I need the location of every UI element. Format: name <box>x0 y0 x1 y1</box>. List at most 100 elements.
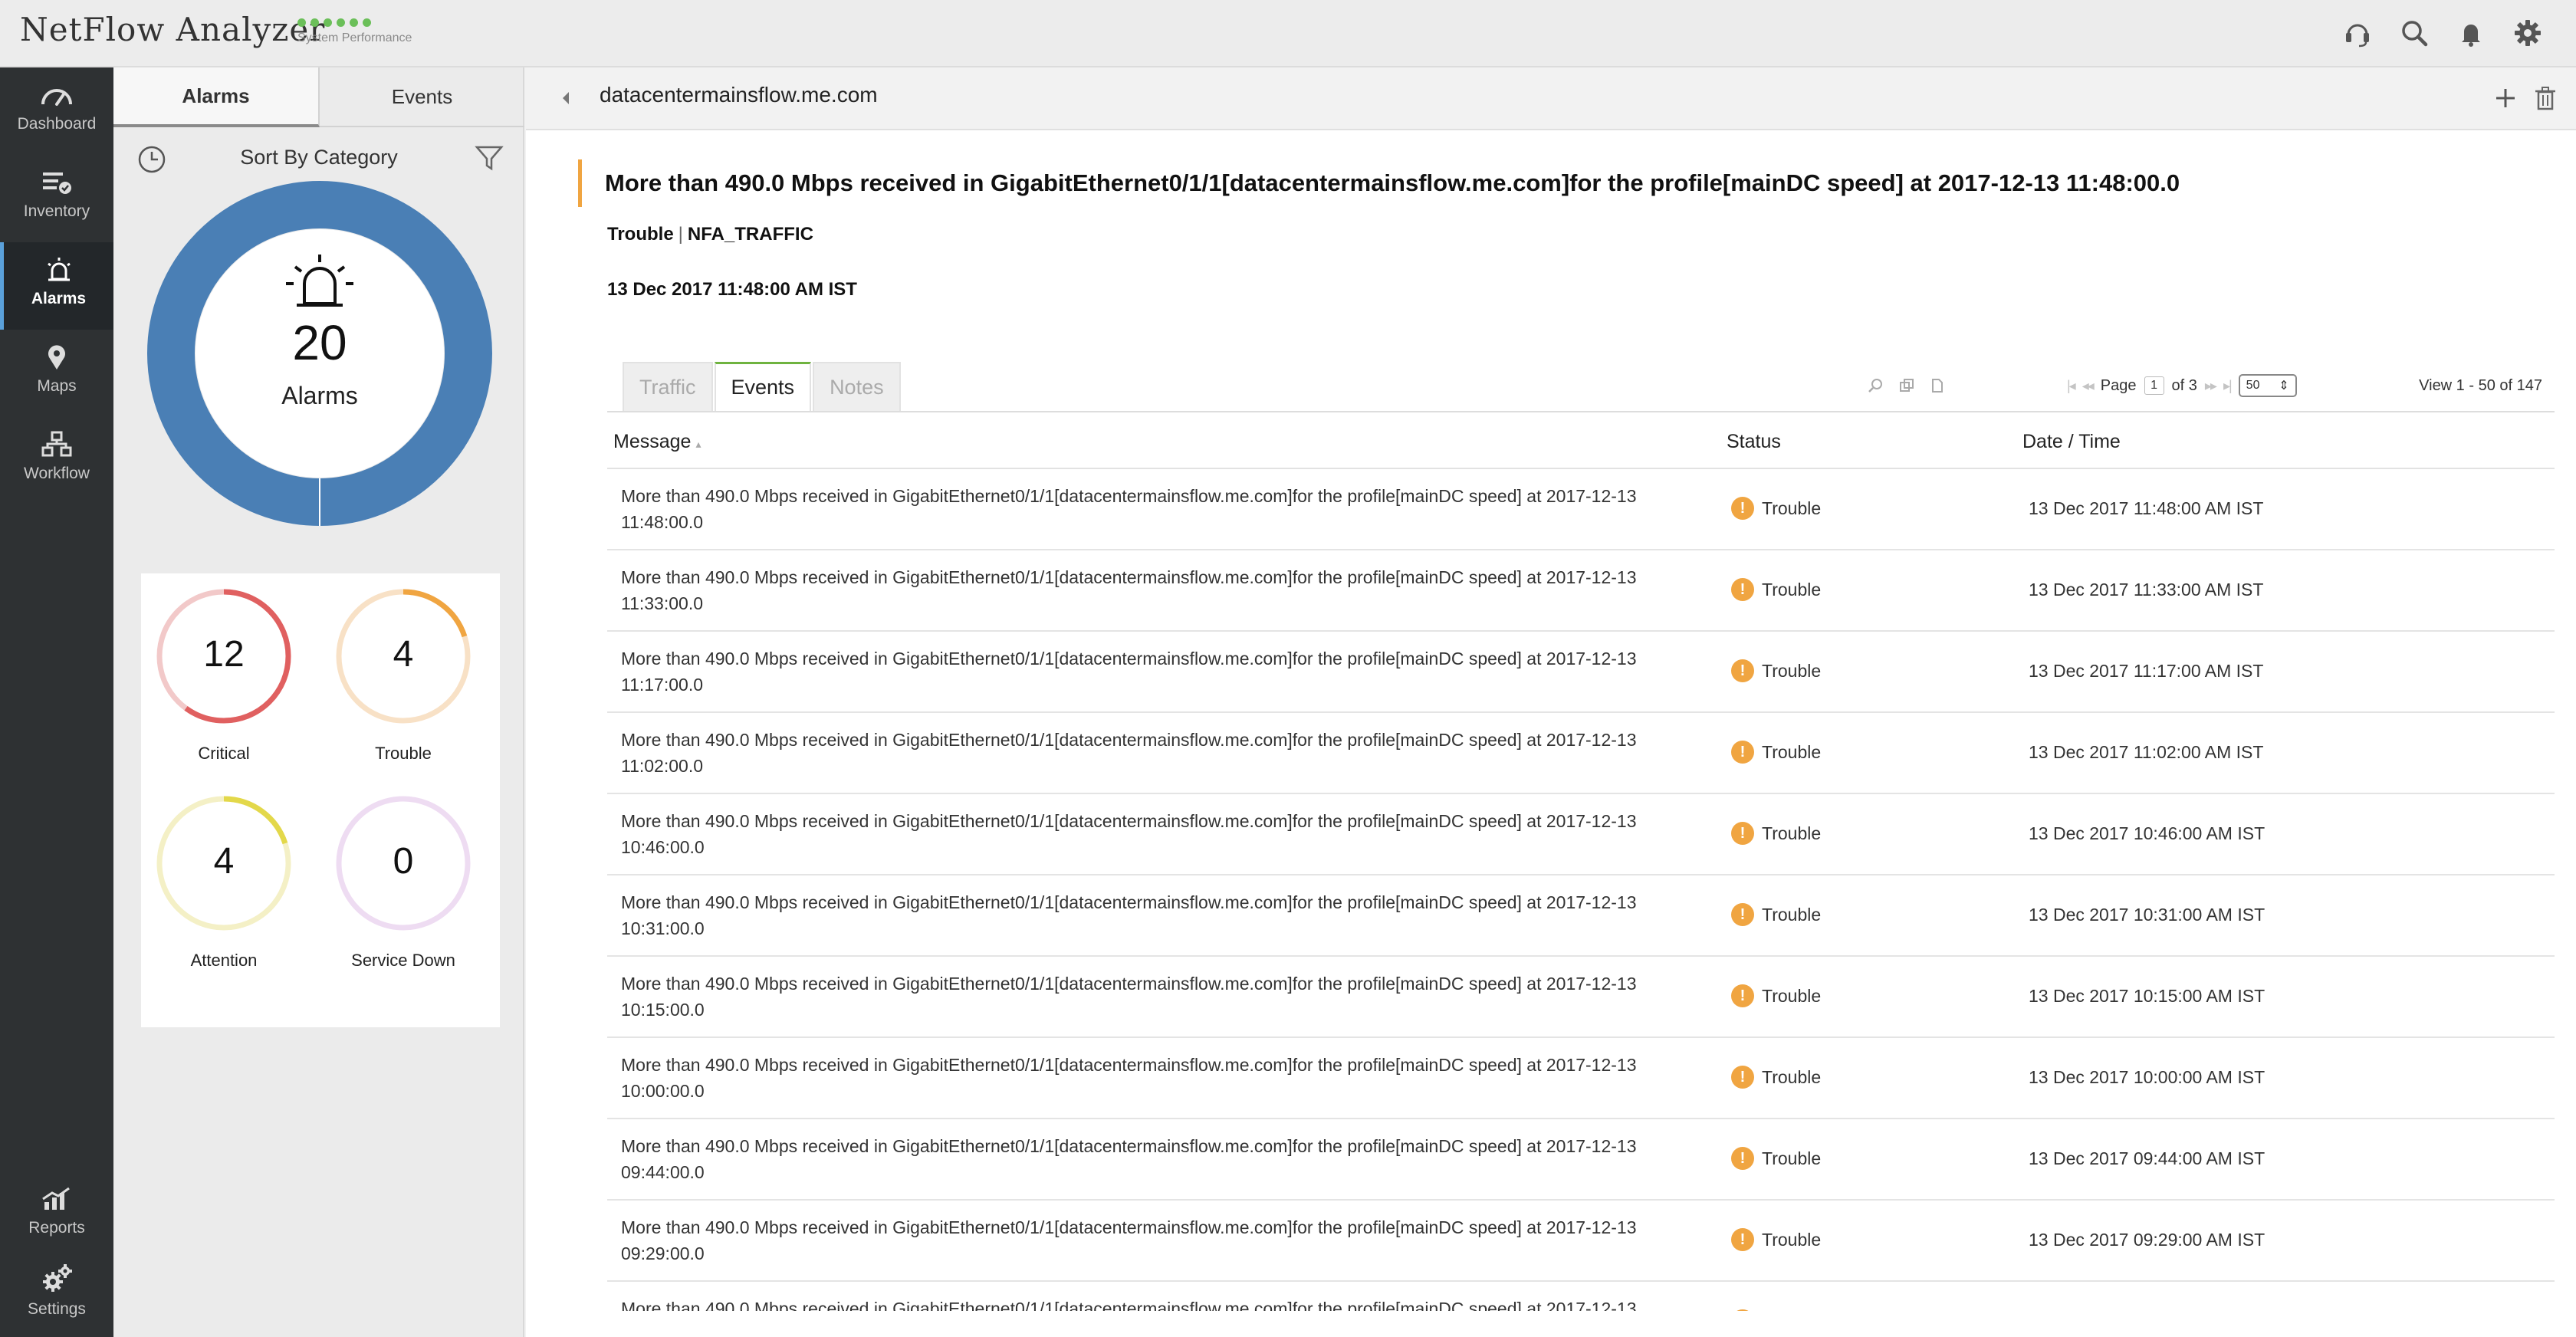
page-label: Page <box>2100 376 2137 394</box>
row-status: ! Trouble <box>1731 1066 1821 1089</box>
add-icon[interactable] <box>2490 83 2521 113</box>
row-status: ! Trouble <box>1731 1228 1821 1251</box>
table-row[interactable]: More than 490.0 Mbps received in Gigabit… <box>607 550 2555 632</box>
events-table-body: More than 490.0 Mbps received in Gigabit… <box>607 469 2555 1311</box>
alarm-title: More than 490.0 Mbps received in Gigabit… <box>605 169 2180 196</box>
filter-icon[interactable] <box>474 143 504 173</box>
row-status-label: Trouble <box>1762 823 1822 843</box>
table-row[interactable]: More than 490.0 Mbps received in Gigabit… <box>607 794 2555 875</box>
table-row[interactable]: More than 490.0 Mbps received in Gigabit… <box>607 1282 2555 1311</box>
row-date-time: 13 Dec 2017 10:15:00 AM IST <box>2029 986 2266 1006</box>
row-date-time: 13 Dec 2017 11:17:00 AM IST <box>2029 661 2264 681</box>
trouble-status-icon: ! <box>1731 822 1754 845</box>
row-status-label: Trouble <box>1762 660 1822 681</box>
alarm-title-block: More than 490.0 Mbps received in Gigabit… <box>578 159 2495 207</box>
category-label: Service Down <box>351 951 455 970</box>
nav-item-inventory[interactable]: Inventory <box>0 155 113 242</box>
table-row[interactable]: More than 490.0 Mbps received in Gigabit… <box>607 713 2555 794</box>
row-message: More than 490.0 Mbps received in Gigabit… <box>621 811 1637 857</box>
nav-item-alarms[interactable]: Alarms <box>0 242 113 330</box>
table-row[interactable]: More than 490.0 Mbps received in Gigabit… <box>607 469 2555 550</box>
tab-events[interactable]: Events <box>320 67 524 127</box>
tab-underline <box>607 411 2555 412</box>
category-label: Attention <box>190 951 258 970</box>
column-message[interactable]: Message ▴ <box>613 431 701 453</box>
view-range: View 1 - 50 of 147 <box>2419 377 2542 394</box>
table-row[interactable]: More than 490.0 Mbps received in Gigabit… <box>607 875 2555 957</box>
pagination: |◂ ◂◂ Page 1 of 3 ▸▸ ▸| 50 ⇕ <box>2067 374 2297 397</box>
system-performance-label: System Performance <box>297 31 412 44</box>
row-message: More than 490.0 Mbps received in Gigabit… <box>621 1217 1637 1263</box>
sort-by-category-label[interactable]: Sort By Category <box>113 146 524 169</box>
trouble-status-icon: ! <box>1731 741 1754 764</box>
tab-notes[interactable]: Notes <box>813 362 901 412</box>
support-headset-icon[interactable] <box>2340 15 2375 51</box>
category-count: 12 <box>203 634 245 675</box>
nav-label: Workflow <box>24 465 90 482</box>
sort-bar: Sort By Category <box>113 136 524 182</box>
alarm-timestamp: 13 Dec 2017 11:48:00 AM IST <box>607 279 857 300</box>
trouble-status-icon: ! <box>1731 659 1754 682</box>
row-date-time: 13 Dec 2017 10:46:00 AM IST <box>2029 823 2266 843</box>
nav-item-settings[interactable]: Settings <box>0 1250 113 1337</box>
nav-item-dashboard[interactable]: Dashboard <box>0 67 113 155</box>
trouble-status-icon: ! <box>1731 578 1754 601</box>
row-status-label: Trouble <box>1762 1066 1822 1087</box>
page-size-select[interactable]: 50 ⇕ <box>2238 374 2297 397</box>
device-name[interactable]: datacentermainsflow.me.com <box>600 83 878 107</box>
last-page-icon[interactable]: ▸| <box>2223 378 2233 394</box>
grid-export-icon[interactable] <box>1929 377 1946 394</box>
map-pin-icon <box>48 345 65 370</box>
table-row[interactable]: More than 490.0 Mbps received in Gigabit… <box>607 632 2555 713</box>
search-icon[interactable] <box>2397 15 2432 51</box>
column-date-time[interactable]: Date / Time <box>2022 431 2121 453</box>
events-table-header: Message ▴ Status Date / Time <box>607 414 2555 469</box>
category-count: 4 <box>393 634 414 675</box>
row-date-time: 13 Dec 2017 10:00:00 AM IST <box>2029 1067 2266 1087</box>
row-date-time: 13 Dec 2017 10:31:00 AM IST <box>2029 905 2266 925</box>
tab-alarms[interactable]: Alarms <box>113 67 320 127</box>
row-message: More than 490.0 Mbps received in Gigabit… <box>621 1299 1637 1311</box>
sort-arrow-icon: ▴ <box>695 438 702 450</box>
alarm-severity: Trouble <box>607 224 674 245</box>
delete-trash-icon[interactable] <box>2530 83 2561 113</box>
row-message: More than 490.0 Mbps received in Gigabit… <box>621 892 1637 938</box>
category-count: 4 <box>213 841 235 882</box>
reports-icon <box>42 1187 70 1210</box>
tab-events[interactable]: Events <box>714 362 812 412</box>
row-message: More than 490.0 Mbps received in Gigabit… <box>621 730 1637 776</box>
category-count: 0 <box>393 841 414 882</box>
top-bar: NetFlow Analyzer System Performance <box>0 0 2576 67</box>
grid-search-icon[interactable] <box>1868 377 1884 394</box>
alarm-summary-panel: Alarms Events Sort By Category 20 Alarms… <box>113 67 524 1337</box>
next-page-icon[interactable]: ▸▸ <box>2205 378 2217 394</box>
table-row[interactable]: More than 490.0 Mbps received in Gigabit… <box>607 957 2555 1038</box>
nav-item-reports[interactable]: Reports <box>0 1171 113 1259</box>
row-date-time: 13 Dec 2017 11:48:00 AM IST <box>2029 498 2264 518</box>
tab-traffic[interactable]: Traffic <box>623 362 713 412</box>
prev-page-icon[interactable]: ◂◂ <box>2082 378 2095 394</box>
table-row[interactable]: More than 490.0 Mbps received in Gigabit… <box>607 1038 2555 1119</box>
page-number-input[interactable]: 1 <box>2144 376 2164 395</box>
category-trouble[interactable]: 4 Trouble <box>327 586 480 785</box>
detail-tabs: Traffic Events Notes <box>623 362 902 412</box>
category-critical[interactable]: 12 Critical <box>147 586 301 785</box>
grid-tools <box>1868 377 1946 394</box>
performance-dots <box>297 18 412 27</box>
table-row[interactable]: More than 490.0 Mbps received in Gigabit… <box>607 1119 2555 1201</box>
notification-bell-icon[interactable] <box>2453 15 2489 51</box>
nav-item-workflow[interactable]: Workflow <box>0 417 113 504</box>
table-row[interactable]: More than 490.0 Mbps received in Gigabit… <box>607 1201 2555 1282</box>
nav-label: Dashboard <box>17 115 97 133</box>
category-service-down[interactable]: 0 Service Down <box>327 793 480 992</box>
collapse-caret-icon[interactable] <box>558 89 573 107</box>
nav-item-maps[interactable]: Maps <box>0 330 113 417</box>
first-page-icon[interactable]: |◂ <box>2067 378 2076 394</box>
settings-gear-icon[interactable] <box>2510 15 2545 51</box>
column-status[interactable]: Status <box>1727 431 1781 453</box>
row-message: More than 490.0 Mbps received in Gigabit… <box>621 974 1637 1020</box>
trouble-status-icon: ! <box>1731 497 1754 520</box>
category-attention[interactable]: 4 Attention <box>147 793 301 992</box>
system-performance-indicator[interactable]: System Performance <box>297 18 412 45</box>
grid-refresh-icon[interactable] <box>1898 377 1915 394</box>
